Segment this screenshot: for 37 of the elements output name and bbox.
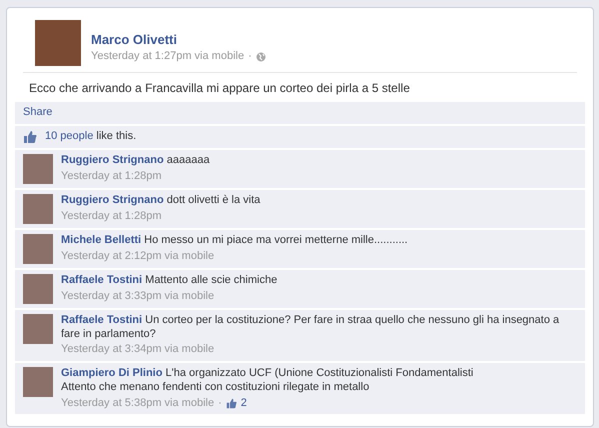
comment-timestamp: Yesterday at 3:34pm via mobile bbox=[61, 343, 214, 357]
avatar-placeholder bbox=[23, 367, 53, 397]
commenter-name[interactable]: Raffaele Tostini bbox=[61, 274, 142, 286]
comment-text: Ruggiero Strignano aaaaaaa bbox=[61, 154, 210, 168]
comment-text: Raffaele Tostini Un corteo per la costituzione? Per fare in straa quello che nessuno gli ha insegnato a fare in parlamento? bbox=[61, 314, 560, 342]
avatar-placeholder bbox=[23, 274, 53, 304]
comment-text: Michele Belletti Ho messo un mi piace ma vorrei metterne mille........... bbox=[61, 234, 408, 248]
comment-text: Ruggiero Strignano dott olivetti è la vita bbox=[61, 194, 260, 208]
avatar-placeholder bbox=[23, 234, 53, 264]
comment-likes-count[interactable]: 2 bbox=[240, 396, 247, 410]
commenter-name[interactable]: Michele Belletti bbox=[61, 234, 142, 246]
commenter-name[interactable]: Ruggiero Strignano bbox=[61, 194, 164, 206]
avatar-placeholder bbox=[23, 314, 53, 344]
photo-placeholder bbox=[35, 20, 81, 66]
commenter-name[interactable]: Giampiero Di Plinio bbox=[61, 367, 162, 379]
comment-timestamp: Yesterday at 2:12pm via mobile bbox=[61, 250, 214, 264]
comment-timestamp: Yesterday at 1:28pm bbox=[61, 170, 162, 184]
comment-timestamp: Yesterday at 1:28pm bbox=[61, 210, 162, 224]
avatar-placeholder bbox=[23, 154, 53, 184]
comment-text: Giampiero Di Plinio L'ha organizzato UCF (Unione Costituzionalisti Fondamentalisti Attento che menano fendenti con costituzioni rilegate in metallo bbox=[61, 367, 474, 394]
globe-icon bbox=[256, 52, 266, 62]
post-text: Ecco che arrivando a Francavilla mi appare un corteo dei pirla a 5 stelle bbox=[28, 80, 411, 97]
comment-timestamp: Yesterday at 5:38pm via mobile bbox=[61, 396, 214, 410]
thumbs-up-icon bbox=[23, 130, 37, 144]
comment-timestamp: Yesterday at 3:33pm via mobile bbox=[61, 290, 214, 304]
comment-text: Raffaele Tostini Mattento alle scie chimiche bbox=[61, 274, 278, 288]
thumbs-up-icon bbox=[226, 398, 237, 409]
author-name[interactable]: Marco Olivetti bbox=[91, 32, 266, 48]
post-timestamp: Yesterday at 1:27pm via mobile bbox=[91, 50, 244, 64]
separator-dot: · bbox=[248, 50, 252, 64]
commenter-name[interactable]: Ruggiero Strignano bbox=[61, 154, 164, 166]
avatar-placeholder bbox=[23, 194, 53, 224]
commenter-name[interactable]: Raffaele Tostini bbox=[61, 314, 142, 326]
separator-dot: · bbox=[218, 396, 222, 410]
likes-count-link[interactable]: 10 people bbox=[45, 130, 94, 142]
likes-summary: 10 people like this. bbox=[45, 130, 136, 144]
share-link[interactable]: Share bbox=[15, 102, 585, 124]
